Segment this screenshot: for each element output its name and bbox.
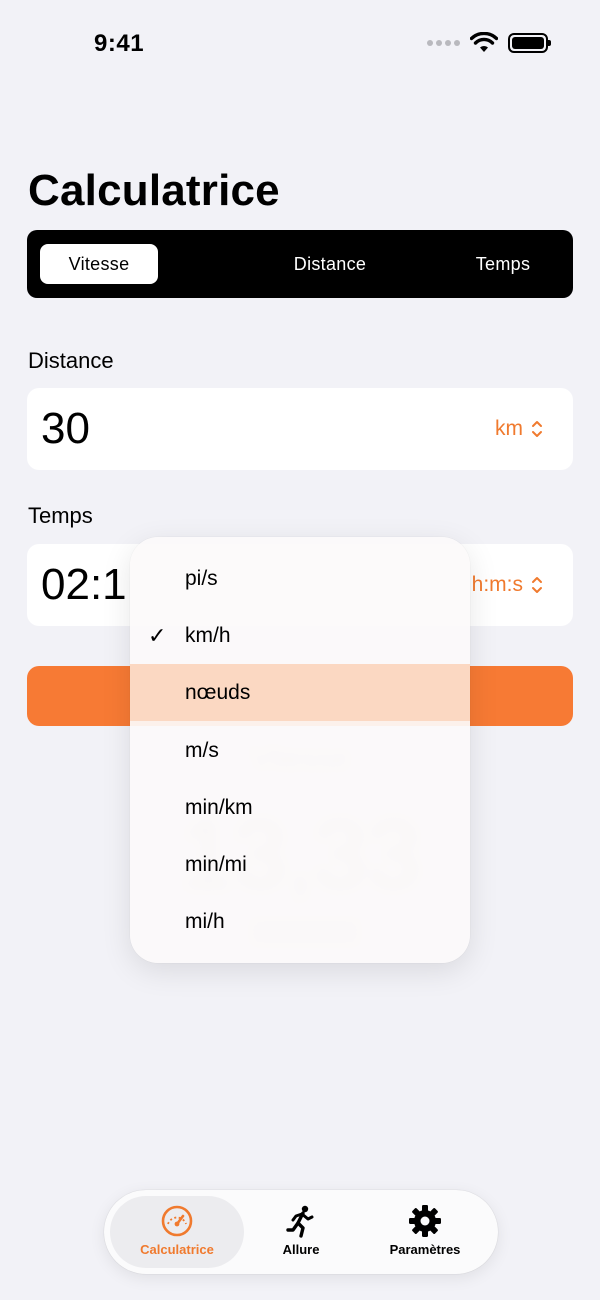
tab-bar: Calculatrice Allure Paramètres <box>104 1190 498 1274</box>
checkmark-icon: ✓ <box>148 622 167 648</box>
status-bar: 9:41 <box>0 0 600 90</box>
menu-item-label: mi/h <box>185 909 225 933</box>
wifi-icon <box>470 32 498 52</box>
distance-unit-selector[interactable]: km <box>495 417 543 441</box>
gear-icon <box>409 1205 441 1237</box>
tab-parametres[interactable]: Paramètres <box>360 1204 490 1257</box>
temps-unit-selector[interactable]: h:m:s <box>472 573 543 597</box>
runner-icon <box>286 1205 314 1238</box>
menu-item-label: m/s <box>185 738 219 762</box>
chevron-updown-icon <box>532 577 542 593</box>
segment-temps[interactable]: Temps <box>444 244 562 284</box>
menu-item-label: min/km <box>185 795 253 819</box>
menu-item-noeuds[interactable]: nœuds <box>130 664 470 721</box>
distance-field[interactable]: 30 km <box>27 388 573 470</box>
page-title: Calculatrice <box>28 166 280 215</box>
temps-unit: h:m:s <box>471 573 523 596</box>
tab-label: Calculatrice <box>140 1242 214 1257</box>
menu-item-pi-s[interactable]: pi/s <box>130 550 470 607</box>
menu-item-min-mi[interactable]: min/mi <box>130 836 470 893</box>
status-time: 9:41 <box>94 30 145 57</box>
menu-item-label: km/h <box>185 623 231 647</box>
tab-calculatrice[interactable]: Calculatrice <box>112 1204 242 1257</box>
menu-item-km-h[interactable]: ✓ km/h <box>130 607 470 664</box>
menu-item-min-km[interactable]: min/km <box>130 779 470 836</box>
unit-dropdown-menu: pi/s ✓ km/h nœuds m/s min/km min/mi mi/h <box>130 537 470 963</box>
menu-item-m-s[interactable]: m/s <box>130 722 470 779</box>
chevron-updown-icon <box>532 421 542 437</box>
menu-item-label: nœuds <box>185 680 251 704</box>
distance-label: Distance <box>28 348 114 373</box>
battery-icon <box>508 33 551 53</box>
speedometer-icon <box>161 1205 193 1237</box>
menu-item-label: pi/s <box>185 566 218 590</box>
menu-item-label: min/mi <box>185 852 247 876</box>
distance-value[interactable]: 30 <box>41 404 90 454</box>
temps-value[interactable]: 02:1 <box>41 560 127 610</box>
distance-unit: km <box>495 417 523 440</box>
tab-label: Allure <box>282 1242 320 1257</box>
segment-distance[interactable]: Distance <box>271 244 389 284</box>
segment-vitesse[interactable]: Vitesse <box>40 244 158 284</box>
mode-segmented-control: Vitesse Distance Temps <box>27 230 573 298</box>
tab-allure[interactable]: Allure <box>236 1204 366 1257</box>
temps-label: Temps <box>28 503 93 528</box>
tab-label: Paramètres <box>389 1242 461 1257</box>
status-icons <box>427 32 551 54</box>
menu-item-mi-h[interactable]: mi/h <box>130 893 470 950</box>
signal-icon <box>427 40 460 46</box>
